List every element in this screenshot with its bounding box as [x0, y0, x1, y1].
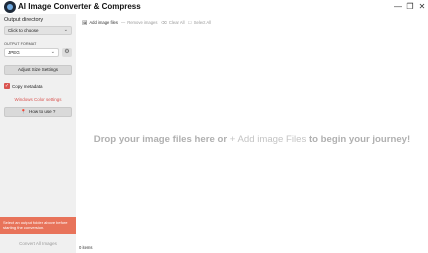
select-all-icon: ☐	[188, 20, 192, 25]
chevron-down-icon: ⌄	[50, 49, 55, 55]
sidebar: Output directory Click to choose ⌄ OUTPU…	[0, 14, 76, 253]
chevron-down-icon: ⌄	[63, 27, 68, 33]
how-to-use-label: How to use ?	[29, 109, 56, 114]
select-all-button[interactable]: ☐ Select All	[188, 19, 211, 27]
remove-images-button[interactable]: — Remove images	[121, 19, 157, 27]
drop-suffix: to begin your journey!	[308, 134, 411, 145]
windows-color-settings-link[interactable]: Windows Color settings	[0, 97, 76, 102]
output-format-value: JPEG	[8, 50, 20, 55]
minimize-button[interactable]: —	[392, 1, 404, 12]
drop-prefix: Drop your image files here or	[93, 134, 228, 145]
how-to-use-button[interactable]: 📍 How to use ?	[4, 107, 72, 117]
status-warning: Select an output folder above before sta…	[0, 217, 76, 234]
output-directory-value: Click to choose	[8, 28, 39, 33]
adjust-size-settings-button[interactable]: Adjust Size Settings	[4, 65, 72, 75]
copy-metadata-checkbox[interactable]: ✓	[4, 83, 10, 89]
status-footer: 0 items	[76, 243, 428, 253]
output-format-label: OUTPUT FORMAT	[4, 42, 37, 46]
output-directory-label: Output directory	[4, 17, 44, 23]
format-settings-button[interactable]: ⚙	[62, 48, 72, 57]
drop-message: Drop your image files here or + Add imag…	[76, 134, 428, 145]
add-image-files-button[interactable]: 🖼 Add image files	[82, 19, 118, 27]
items-count: 0 items	[79, 245, 93, 250]
convert-all-button[interactable]: Convert All Images	[0, 241, 76, 246]
clear-all-label: Clear All	[168, 20, 185, 25]
add-image-files-link[interactable]: + Add image Files	[230, 134, 307, 145]
close-button[interactable]: ✕	[416, 1, 428, 12]
drop-zone[interactable]: Drop your image files here or + Add imag…	[76, 30, 428, 241]
output-directory-select[interactable]: Click to choose ⌄	[4, 26, 72, 35]
clear-icon: ⌫	[161, 20, 167, 25]
clear-all-button[interactable]: ⌫ Clear All	[161, 19, 185, 27]
add-image-icon: 🖼	[82, 20, 88, 25]
remove-icon: —	[121, 20, 126, 25]
gear-icon: ⚙	[64, 49, 70, 55]
select-all-label: Select All	[193, 20, 211, 25]
pin-icon: 📍	[20, 109, 27, 114]
title-bar: AI Image Converter & Compress — ❐ ✕	[0, 0, 428, 14]
output-format-select[interactable]: JPEG ⌄	[4, 48, 59, 57]
app-title: AI Image Converter & Compress	[18, 2, 141, 11]
copy-metadata-label: Copy metadata	[12, 84, 43, 89]
maximize-button[interactable]: ❐	[404, 1, 416, 12]
remove-images-label: Remove images	[127, 20, 158, 25]
add-image-files-label: Add image files	[89, 20, 118, 25]
aperture-logo-icon	[4, 1, 16, 13]
